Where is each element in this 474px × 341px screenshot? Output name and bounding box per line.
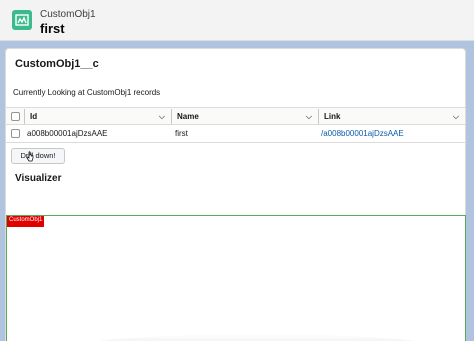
- scroll-shadow: [47, 334, 467, 341]
- row-checkbox[interactable]: [11, 129, 20, 138]
- chevron-down-icon[interactable]: ⌵: [159, 108, 165, 125]
- card-title: CustomObj1__c: [15, 58, 99, 70]
- select-all-checkbox[interactable]: [11, 112, 20, 121]
- chevron-down-icon[interactable]: ⌵: [453, 108, 459, 125]
- visualizer-node[interactable]: CustomObj1: [7, 216, 45, 227]
- custom-object-icon: [12, 10, 32, 30]
- hand-cursor-icon: [26, 151, 34, 162]
- cell-name: first: [175, 129, 188, 138]
- column-header-label: Name: [177, 112, 199, 121]
- column-header-name[interactable]: Name ⌵: [171, 108, 318, 125]
- records-card: CustomObj1__c Currently Looking at Custo…: [5, 48, 467, 341]
- cell-id: a008b00001ajDzsAAE: [27, 129, 108, 138]
- record-name: first: [40, 21, 65, 36]
- table-row: a008b00001ajDzsAAE first /a008b00001ajDz…: [6, 125, 465, 143]
- column-header-label: Link: [324, 112, 341, 121]
- record-header: CustomObj1 first: [0, 0, 474, 41]
- column-header-link[interactable]: Link ⌵: [318, 108, 465, 125]
- table-header: Id ⌵ Name ⌵ Link ⌵: [6, 107, 465, 125]
- column-header-label: Id: [30, 112, 38, 121]
- chevron-down-icon[interactable]: ⌵: [306, 108, 312, 125]
- object-type-label: CustomObj1: [40, 9, 96, 20]
- cell-link[interactable]: /a008b00001ajDzsAAE: [321, 125, 404, 142]
- visualizer-canvas[interactable]: CustomObj1: [6, 215, 467, 341]
- column-header-id[interactable]: Id ⌵: [24, 108, 171, 125]
- card-subtitle: Currently Looking at CustomObj1 records: [13, 88, 161, 97]
- drill-down-button[interactable]: Drill down!: [11, 148, 65, 164]
- visualizer-title: Visualizer: [15, 173, 62, 184]
- records-table: Id ⌵ Name ⌵ Link ⌵ a008b00001ajDzsAAE fi…: [6, 107, 465, 143]
